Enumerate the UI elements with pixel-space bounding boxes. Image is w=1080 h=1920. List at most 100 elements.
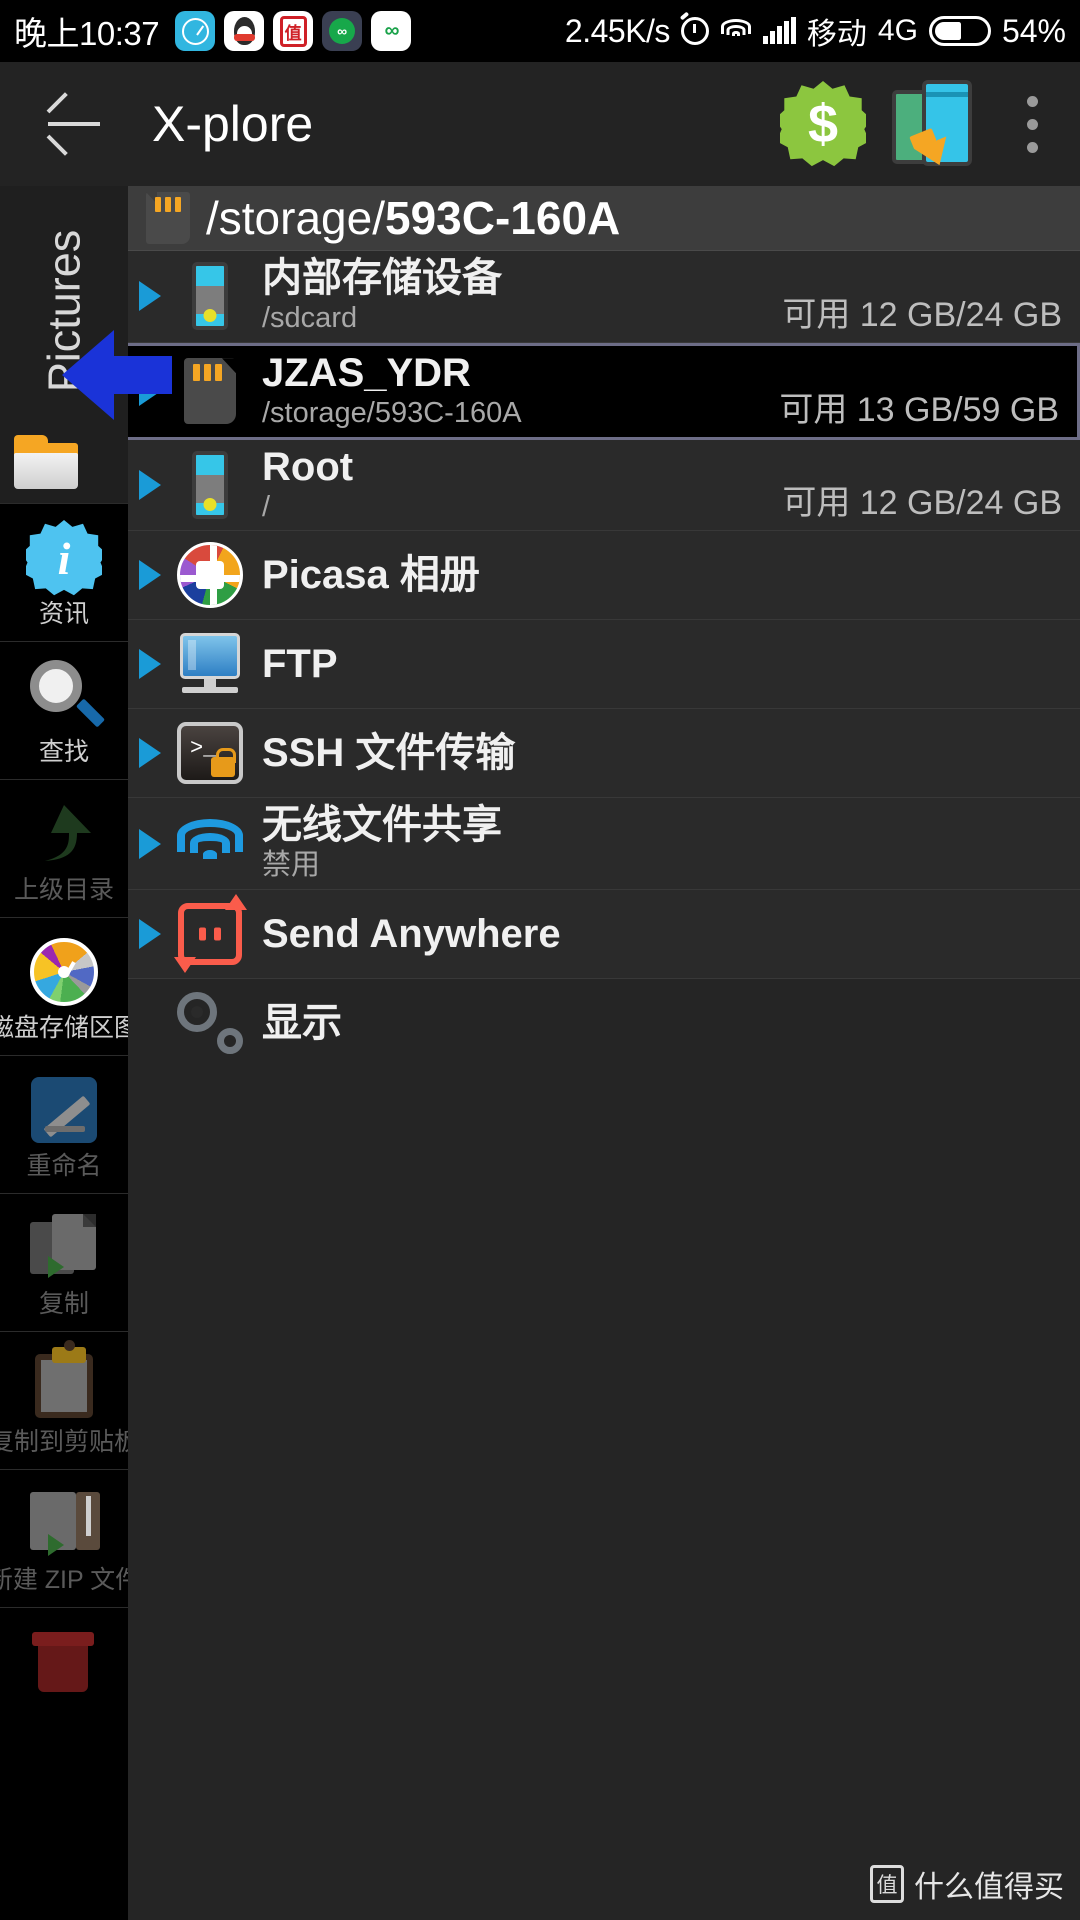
sidebar-item-parent-dir[interactable]: 上级目录 — [0, 779, 128, 917]
phone-transfer-icon[interactable] — [892, 80, 976, 172]
row-subtitle: / — [262, 490, 271, 523]
sdcard-icon — [146, 192, 190, 244]
sidebar-item-label: 上级目录 — [13, 876, 114, 904]
table-row[interactable]: Send Anywhere — [128, 890, 1080, 980]
table-row[interactable]: 内部存储设备 /sdcard 可用 12 GB/24 GB — [128, 251, 1080, 343]
gears-icon — [172, 985, 248, 1061]
row-name: JZAS_YDR — [262, 350, 471, 395]
row-name: Root — [262, 444, 354, 489]
row-subtitle: /sdcard — [262, 302, 358, 334]
sidebar-item-label: 重命名 — [26, 1152, 102, 1180]
network-type-label: 4G — [877, 14, 918, 47]
table-row[interactable]: >_ SSH 文件传输 — [128, 709, 1080, 799]
row-text: 无线文件共享 禁用 — [248, 804, 1062, 883]
info-badge-icon: i — [26, 520, 102, 596]
delete-bin-icon — [26, 1624, 102, 1700]
app-bar-actions: $ — [780, 78, 1080, 172]
row-text: 内部存储设备 /sdcard — [248, 257, 782, 336]
table-row[interactable]: Root / 可用 12 GB/24 GB — [128, 439, 1080, 532]
dollar-badge-icon[interactable]: $ — [780, 81, 866, 167]
expand-triangle-icon[interactable] — [128, 919, 172, 950]
expand-triangle-icon[interactable] — [128, 649, 172, 680]
status-bar: 晚上10:37 值 ∞ ∞ 2.45K/s 移动 4G 54% — [0, 0, 1080, 62]
path-name: 593C-160A — [385, 192, 621, 244]
expand-triangle-icon[interactable] — [128, 281, 172, 312]
expand-triangle-icon[interactable] — [128, 560, 172, 591]
carrier-label: 移动 — [806, 18, 867, 51]
row-free-space: 可用 13 GB/59 GB — [779, 390, 1059, 429]
path-bar[interactable]: /storage/593C-160A — [128, 186, 1080, 251]
watermark: 值 什么值得买 — [870, 1862, 1064, 1906]
sidebar-item-label: 复制到剪贴板 — [0, 1428, 128, 1456]
row-name: 无线文件共享 — [262, 803, 502, 848]
up-arrow-icon — [26, 796, 102, 872]
network-speed: 2.45K/s — [564, 12, 671, 49]
signal-bars-icon — [762, 17, 796, 44]
compass-icon — [175, 11, 216, 51]
sidebar-item-info[interactable]: i 资讯 — [0, 503, 128, 641]
watermark-text: 什么值得买 — [914, 1871, 1064, 1904]
sdcard-icon — [172, 353, 248, 429]
disk-usage-pie-icon — [26, 934, 102, 1010]
infinity-icon: ∞ — [371, 11, 412, 51]
sidebar: Pictures i 资讯 查找 上级目录 磁盘存储区图 重命名 复制 复制到剪… — [0, 186, 128, 1920]
wifi-share-icon — [172, 806, 248, 882]
battery-icon — [928, 16, 991, 46]
qq-icon — [224, 11, 265, 51]
sidebar-item-label: 复制 — [38, 1290, 89, 1318]
expand-triangle-icon[interactable] — [128, 738, 172, 769]
row-text: FTP — [248, 643, 1062, 685]
zip-icon — [26, 1486, 102, 1562]
alpha-icon: ∞ — [322, 11, 363, 51]
table-row[interactable]: FTP — [128, 620, 1080, 710]
sidebar-item-label: 磁盘存储区图 — [0, 1014, 128, 1042]
donate-label: $ — [807, 94, 839, 154]
sidebar-item-label: 新建 ZIP 文件 — [0, 1566, 128, 1594]
table-row[interactable]: Picasa 相册 — [128, 531, 1080, 621]
root-storage-icon — [172, 447, 248, 523]
sidebar-item-label: 资讯 — [38, 600, 89, 628]
status-right-cluster: 2.45K/s 移动 4G 54% — [565, 9, 1080, 53]
row-name: SSH 文件传输 — [262, 731, 516, 776]
path-text: /storage/593C-160A — [206, 191, 620, 245]
blue-left-arrow-pointer — [62, 330, 172, 420]
battery-percent: 54% — [1001, 12, 1066, 49]
sidebar-item-new-zip[interactable]: 新建 ZIP 文件 — [0, 1469, 128, 1607]
table-row[interactable]: JZAS_YDR /storage/593C-160A 可用 13 GB/59 … — [128, 342, 1080, 440]
zdm-icon: 值 — [273, 11, 314, 51]
send-anywhere-icon — [172, 894, 248, 974]
sidebar-item-copy[interactable]: 复制 — [0, 1193, 128, 1331]
back-arrow-icon[interactable] — [24, 74, 124, 174]
row-free-space: 可用 12 GB/24 GB — [782, 295, 1062, 334]
row-free-space: 可用 12 GB/24 GB — [782, 484, 1062, 523]
ssh-icon: >_ — [172, 715, 248, 791]
sidebar-item-rename[interactable]: 重命名 — [0, 1055, 128, 1193]
folder-icon — [14, 435, 78, 489]
alarm-icon — [680, 17, 709, 45]
expand-triangle-icon[interactable] — [128, 469, 172, 500]
row-text: SSH 文件传输 — [248, 732, 1062, 774]
row-name: 显示 — [262, 1001, 342, 1046]
sidebar-item-disk-map[interactable]: 磁盘存储区图 — [0, 917, 128, 1055]
watermark-seal-icon: 值 — [870, 1865, 904, 1903]
table-row[interactable]: 显示 — [128, 979, 1080, 1068]
picasa-icon — [172, 537, 248, 613]
clipboard-icon — [26, 1340, 102, 1424]
row-text: Send Anywhere — [248, 913, 1062, 955]
row-subtitle: 禁用 — [262, 849, 321, 882]
app-title: X-plore — [152, 96, 314, 152]
row-subtitle: /storage/593C-160A — [262, 396, 522, 429]
overflow-menu-icon[interactable] — [1002, 78, 1062, 170]
row-text: Picasa 相册 — [248, 554, 1062, 596]
row-name: Picasa 相册 — [262, 553, 480, 598]
sidebar-item-copy-clipboard[interactable]: 复制到剪贴板 — [0, 1331, 128, 1469]
row-name: FTP — [262, 642, 338, 687]
expand-triangle-icon[interactable] — [128, 828, 172, 859]
row-text: JZAS_YDR /storage/593C-160A — [248, 352, 779, 431]
wifi-icon — [720, 19, 752, 43]
sidebar-item-delete[interactable] — [0, 1607, 128, 1720]
sidebar-item-search[interactable]: 查找 — [0, 641, 128, 779]
path-prefix: /storage/ — [206, 192, 385, 244]
table-row[interactable]: 无线文件共享 禁用 — [128, 798, 1080, 891]
sidebar-item-label: 查找 — [38, 738, 89, 766]
